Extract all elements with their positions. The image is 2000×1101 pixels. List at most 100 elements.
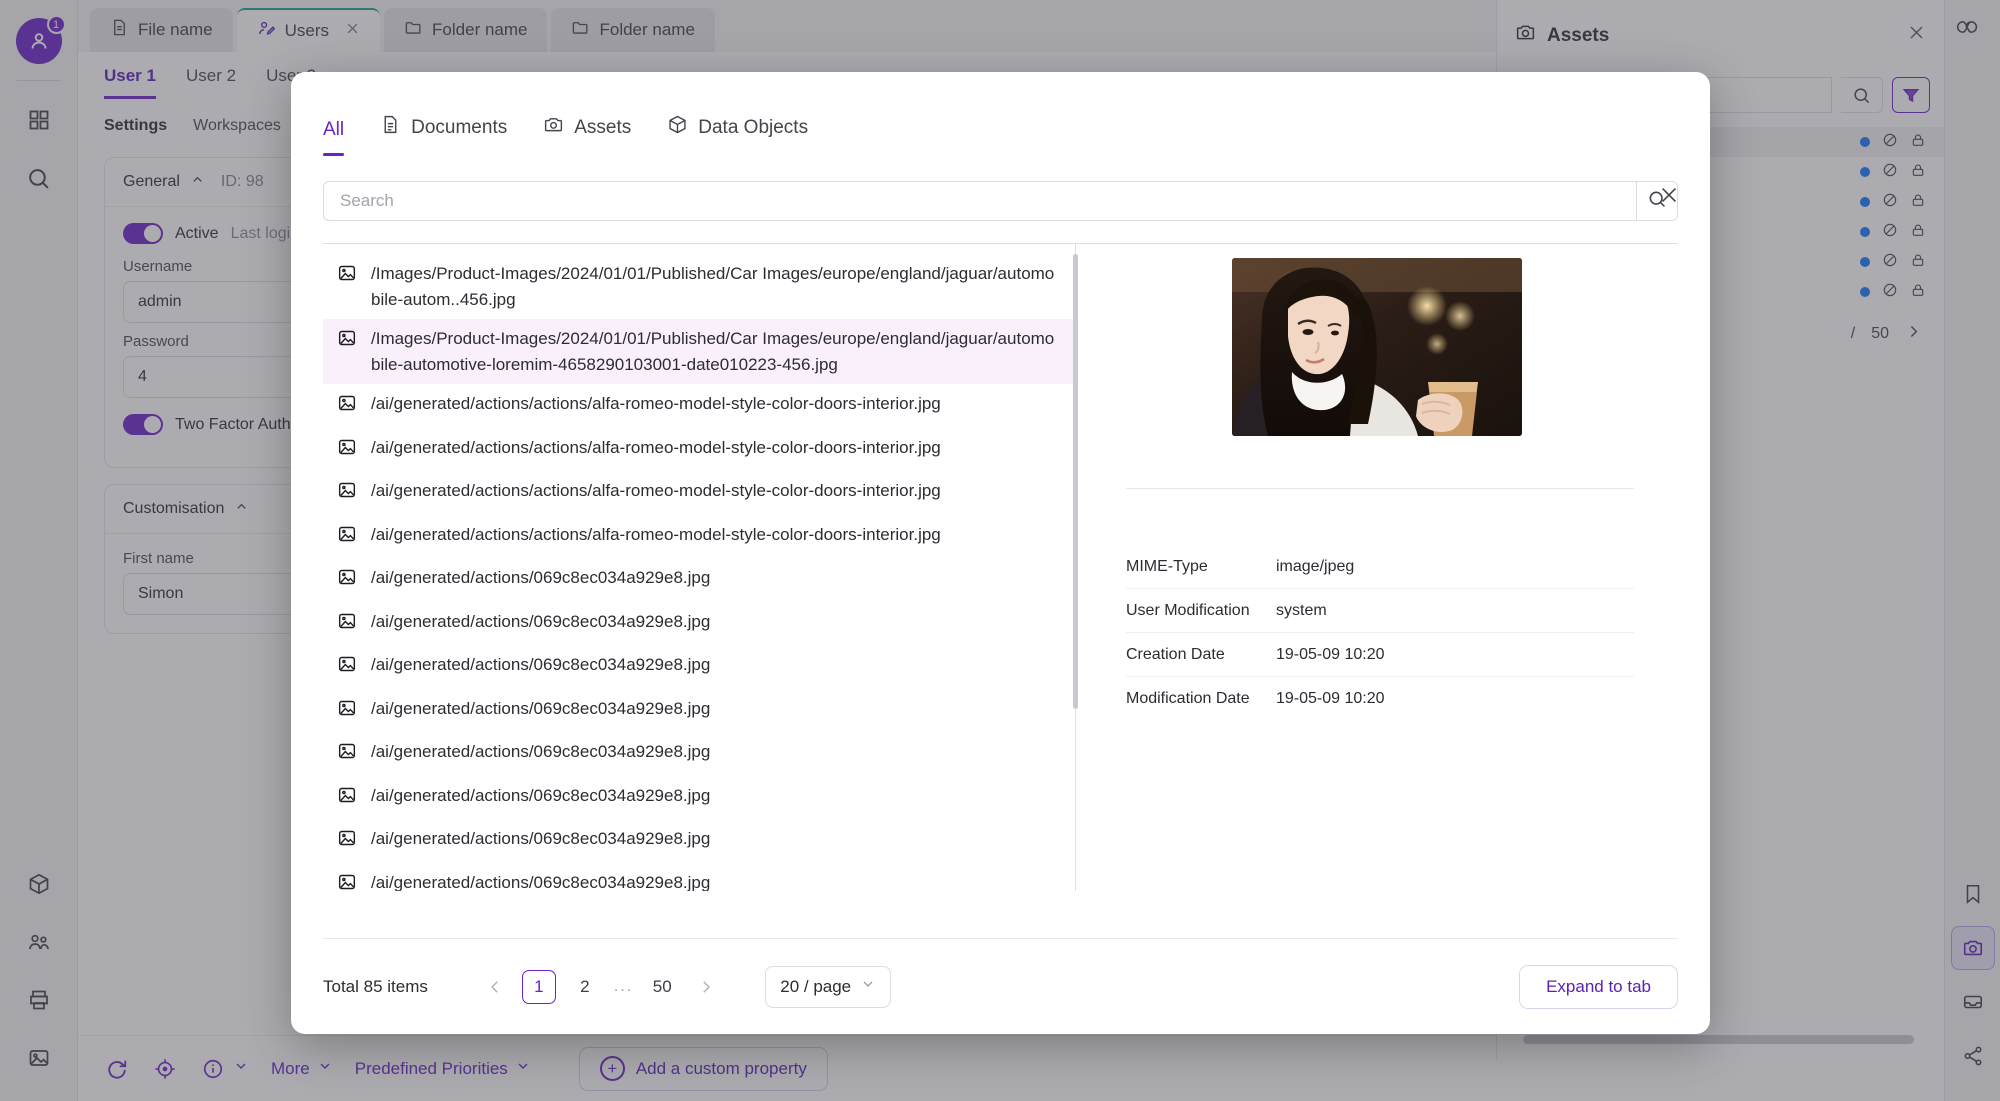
- avatar[interactable]: 1: [15, 15, 66, 64]
- status-dot-icon: [1860, 167, 1870, 177]
- lock-icon[interactable]: [1910, 282, 1926, 302]
- assets-page-sep: /: [1850, 325, 1856, 342]
- chevron-down-icon: [860, 976, 876, 997]
- asset-result-list[interactable]: /Images/Product-Images/2024/01/01/Publis…: [323, 244, 1075, 891]
- close-icon[interactable]: [1907, 23, 1926, 48]
- refresh-icon[interactable]: [104, 1056, 130, 1082]
- password-value: 4: [138, 368, 147, 385]
- page-button-50[interactable]: 50: [645, 970, 679, 1004]
- asset-row-icons: [1860, 192, 1926, 212]
- modal-close-button[interactable]: [1658, 184, 1680, 211]
- group-icon[interactable]: [16, 919, 62, 965]
- search-input[interactable]: Search: [323, 181, 1636, 221]
- user-tab-1[interactable]: User 1: [104, 66, 156, 99]
- tab-settings[interactable]: Settings: [104, 117, 167, 135]
- two-factor-toggle[interactable]: [123, 414, 163, 435]
- list-item[interactable]: /ai/generated/actions/actions/alfa-romeo…: [323, 471, 1075, 515]
- block-icon[interactable]: [1882, 252, 1898, 272]
- modal-tab-data-objects[interactable]: Data Objects: [667, 114, 808, 155]
- bookmark-icon[interactable]: [1951, 872, 1995, 916]
- block-icon[interactable]: [1882, 132, 1898, 152]
- list-item[interactable]: /ai/generated/actions/069c8ec034a929e8.j…: [323, 776, 1075, 820]
- assets-rail-icon[interactable]: [1950, 926, 1995, 970]
- list-item[interactable]: /Images/Product-Images/2024/01/01/Publis…: [323, 254, 1075, 319]
- list-item-path: /ai/generated/actions/069c8ec034a929e8.j…: [371, 742, 711, 761]
- list-item[interactable]: /Images/Product-Images/2024/01/01/Publis…: [323, 319, 1075, 384]
- expand-to-tab-button[interactable]: Expand to tab: [1519, 964, 1678, 1009]
- tab-users[interactable]: Users: [236, 8, 381, 52]
- info-menu[interactable]: [200, 1056, 249, 1082]
- expand-to-tab-label: Expand to tab: [1546, 976, 1651, 996]
- page-button-2[interactable]: 2: [568, 970, 602, 1004]
- more-menu[interactable]: More: [271, 1058, 333, 1079]
- list-item[interactable]: /ai/generated/actions/actions/alfa-romeo…: [323, 384, 1075, 428]
- status-dot-icon: [1860, 197, 1870, 207]
- status-dot-icon: [1860, 137, 1870, 147]
- page-button-1[interactable]: 1: [521, 969, 556, 1004]
- right-icon-rail: [1944, 0, 2000, 1101]
- target-icon[interactable]: [152, 1056, 178, 1082]
- lock-icon[interactable]: [1910, 222, 1926, 242]
- lock-icon[interactable]: [1910, 192, 1926, 212]
- lock-icon[interactable]: [1910, 162, 1926, 182]
- modal-tab-assets[interactable]: Assets: [543, 114, 631, 155]
- chevron-up-icon[interactable]: [234, 499, 249, 519]
- search-icon[interactable]: [1841, 77, 1883, 113]
- share-nodes-icon[interactable]: [1951, 1034, 1995, 1078]
- metadata-row: Creation Date 19-05-09 10:20: [1126, 633, 1634, 677]
- block-icon[interactable]: [1882, 192, 1898, 212]
- list-item-path: /ai/generated/actions/actions/alfa-romeo…: [371, 394, 941, 413]
- inbox-icon[interactable]: [1951, 980, 1995, 1024]
- page-size-select[interactable]: 20 / page: [765, 965, 892, 1008]
- user-tab-2[interactable]: User 2: [186, 66, 236, 99]
- printer-icon[interactable]: [16, 977, 62, 1023]
- chevron-right-icon[interactable]: [1905, 323, 1922, 345]
- tab-label: Users: [284, 21, 330, 40]
- filter-icon[interactable]: [1892, 77, 1930, 113]
- chevron-down-icon: [317, 1058, 333, 1079]
- list-item[interactable]: /ai/generated/actions/069c8ec034a929e8.j…: [323, 732, 1075, 776]
- general-id: ID: 98: [220, 173, 264, 190]
- list-item-path: /ai/generated/actions/069c8ec034a929e8.j…: [371, 872, 711, 892]
- next-page-button[interactable]: [691, 971, 721, 1003]
- tab-folder-name-1[interactable]: Folder name: [384, 8, 548, 52]
- predefined-priorities-menu[interactable]: Predefined Priorities: [355, 1058, 531, 1079]
- modal-tab-all[interactable]: All: [323, 119, 345, 156]
- chevron-up-icon[interactable]: [190, 172, 205, 192]
- list-item[interactable]: /ai/generated/actions/actions/alfa-romeo…: [323, 515, 1075, 559]
- image-file-icon: [337, 480, 357, 508]
- search-icon[interactable]: [16, 155, 62, 201]
- photo-icon[interactable]: [16, 1035, 62, 1081]
- page-ellipsis[interactable]: ...: [614, 978, 633, 996]
- tab-folder-name-2[interactable]: Folder name: [551, 8, 715, 52]
- list-item[interactable]: /ai/generated/actions/069c8ec034a929e8.j…: [323, 689, 1075, 733]
- block-icon[interactable]: [1882, 222, 1898, 242]
- list-item[interactable]: /ai/generated/actions/actions/alfa-romeo…: [323, 428, 1075, 472]
- list-item[interactable]: /ai/generated/actions/069c8ec034a929e8.j…: [323, 602, 1075, 646]
- list-item[interactable]: /ai/generated/actions/069c8ec034a929e8.j…: [323, 558, 1075, 602]
- tab-workspaces[interactable]: Workspaces: [193, 117, 281, 135]
- modal-tab-label: Documents: [411, 116, 508, 138]
- lock-icon[interactable]: [1910, 252, 1926, 272]
- modal-body: /Images/Product-Images/2024/01/01/Publis…: [323, 243, 1678, 891]
- list-item[interactable]: /ai/generated/actions/069c8ec034a929e8.j…: [323, 645, 1075, 689]
- preview-pane: MIME-Type image/jpeg User Modification syst…: [1073, 244, 1678, 891]
- close-icon[interactable]: [345, 21, 360, 41]
- tab-file-name[interactable]: File name: [90, 8, 233, 52]
- modal-tab-documents[interactable]: Documents: [380, 114, 507, 155]
- image-file-icon: [337, 872, 357, 892]
- lock-icon[interactable]: [1910, 132, 1926, 152]
- preview-scrollbar[interactable]: [1073, 254, 1078, 709]
- list-item[interactable]: /ai/generated/actions/069c8ec034a929e8.j…: [323, 819, 1075, 863]
- block-icon[interactable]: [1882, 282, 1898, 302]
- add-custom-property-button[interactable]: + Add a custom property: [578, 1046, 828, 1091]
- dashboard-icon[interactable]: [16, 97, 62, 143]
- active-toggle[interactable]: [123, 223, 163, 244]
- asset-row-icons: [1860, 282, 1926, 302]
- prev-page-button[interactable]: [480, 971, 510, 1003]
- list-item[interactable]: /ai/generated/actions/069c8ec034a929e8.j…: [323, 863, 1075, 892]
- cube-icon[interactable]: [16, 861, 62, 907]
- block-icon[interactable]: [1882, 162, 1898, 182]
- document-icon: [380, 114, 401, 141]
- assets-page-total: 50: [1871, 325, 1889, 342]
